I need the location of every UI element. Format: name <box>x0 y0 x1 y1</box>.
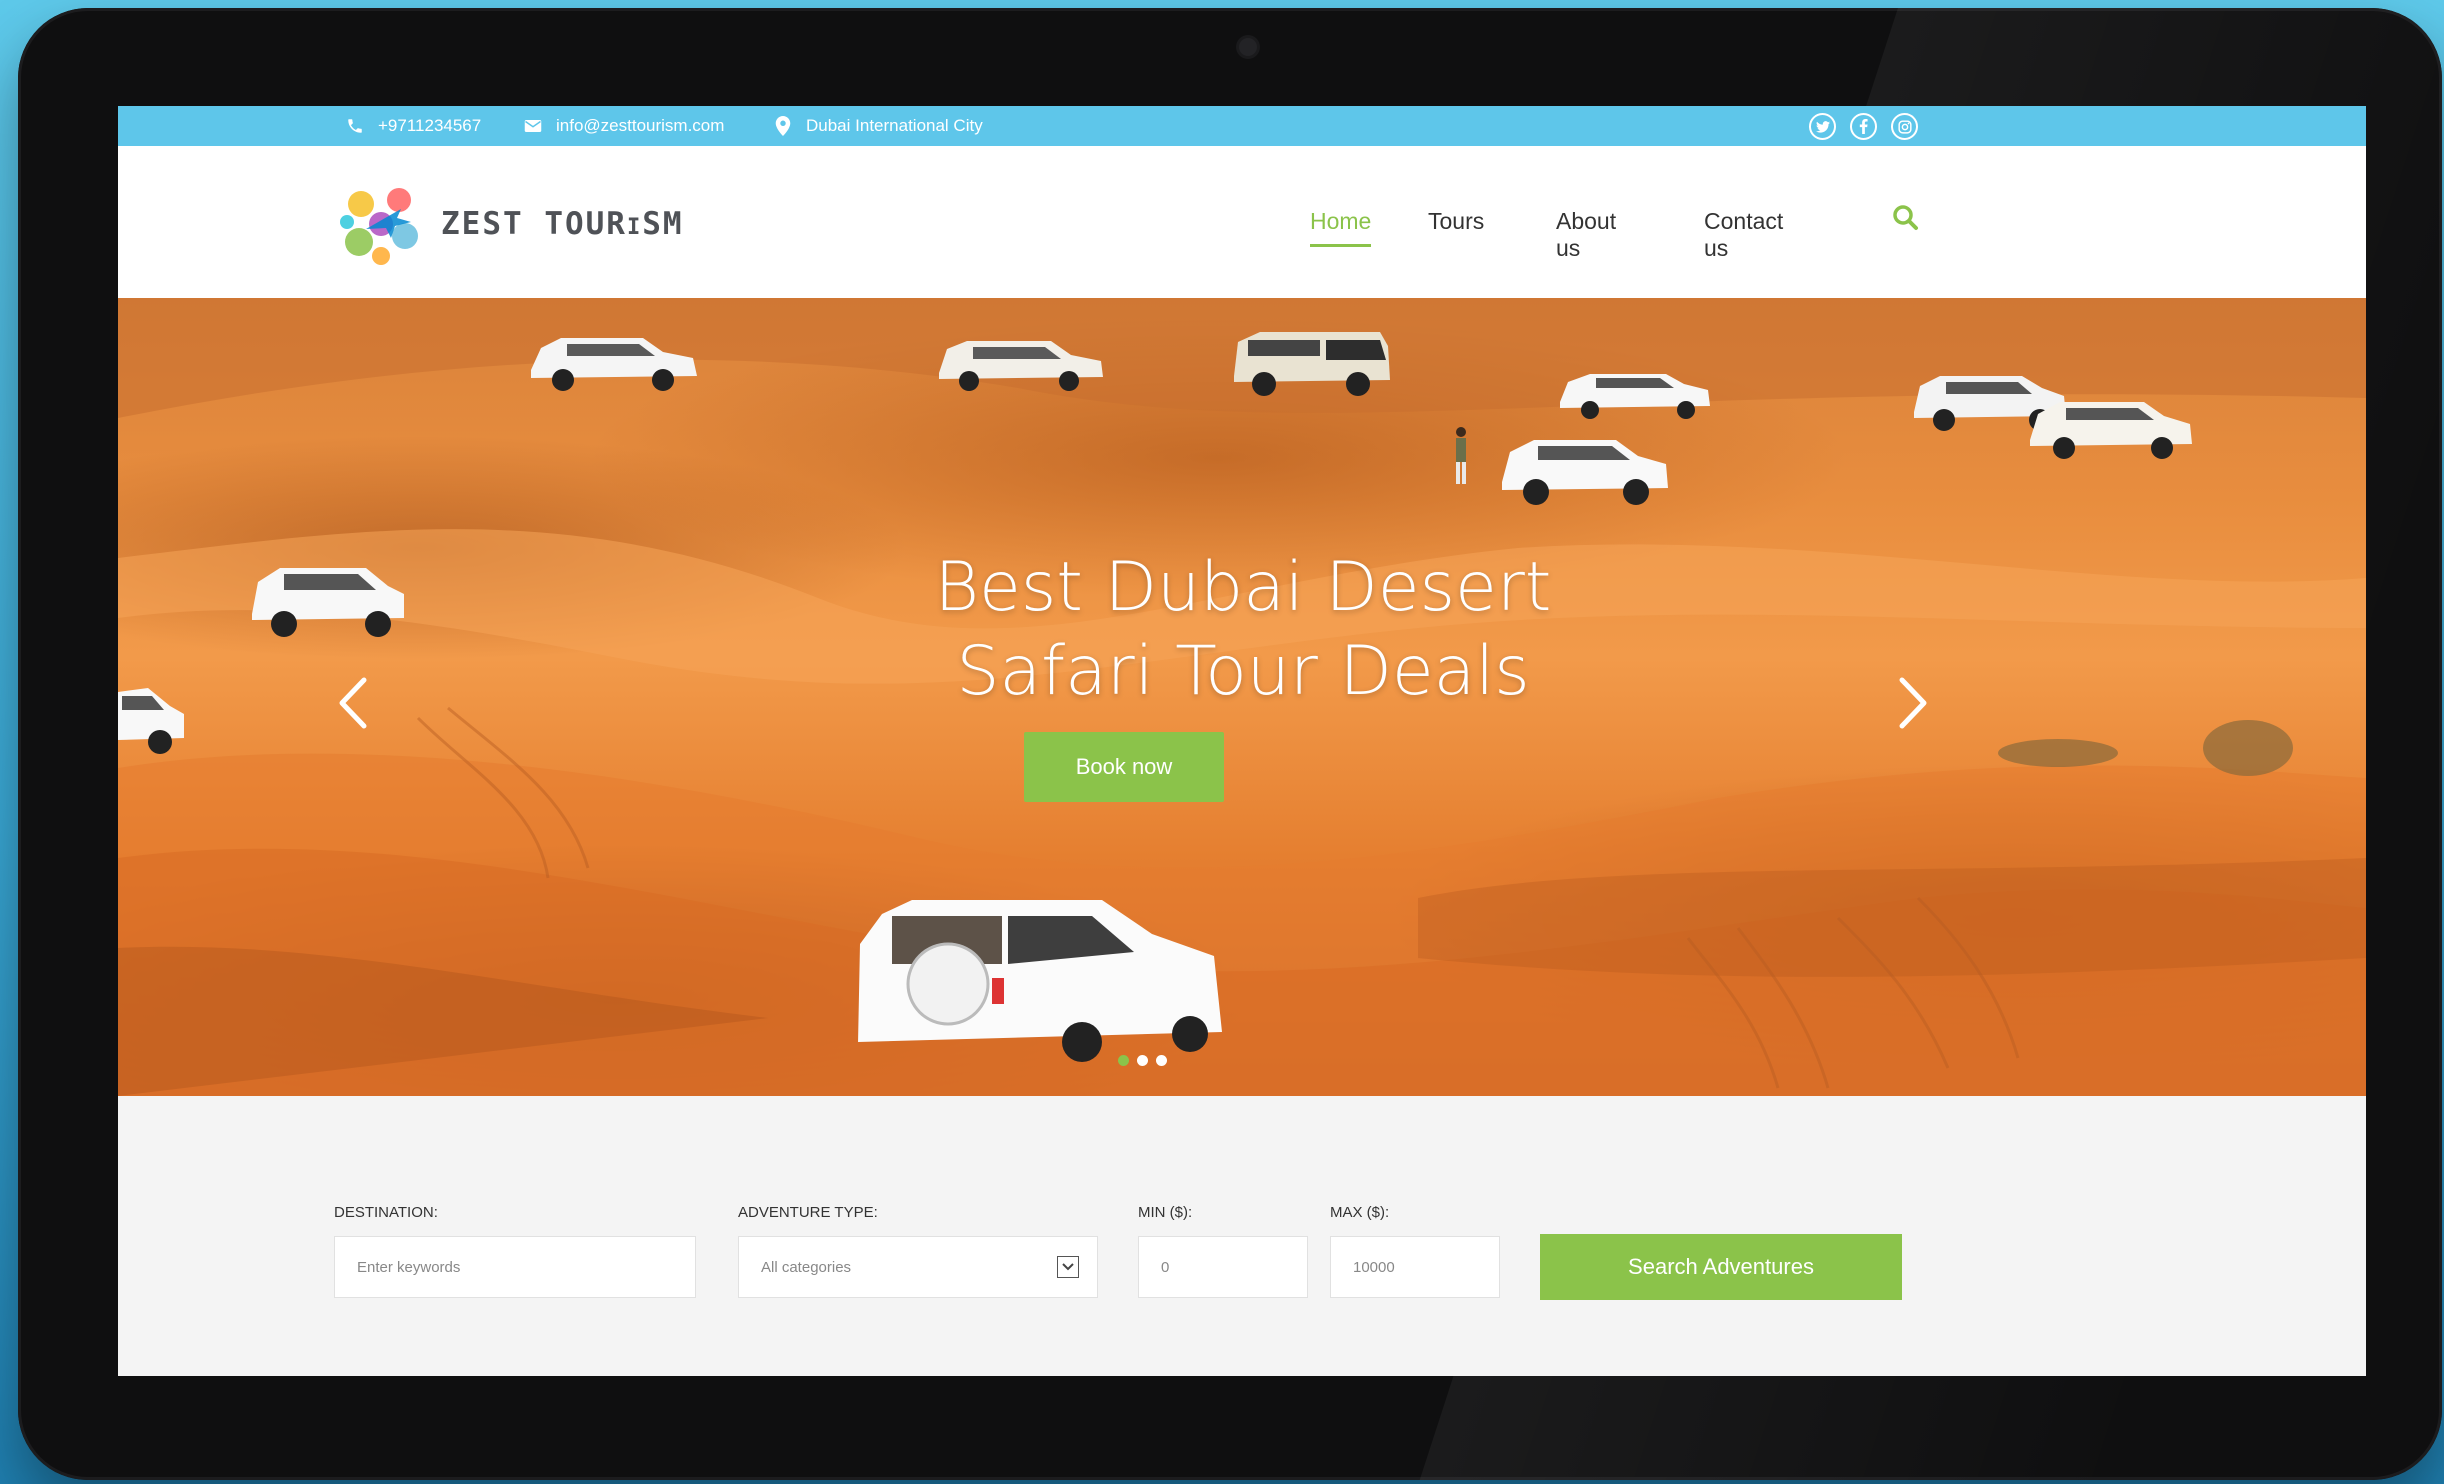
person-image <box>1456 427 1466 484</box>
site-logo[interactable]: ZEST TOURiSM <box>331 174 684 274</box>
nav-item-tours[interactable]: Tours <box>1428 208 1484 235</box>
website-screen: +9711234567 info@zesttourism.com Dubai I… <box>118 106 2366 1376</box>
tablet-device: +9711234567 info@zesttourism.com Dubai I… <box>18 8 2442 1480</box>
slider-dot-2[interactable] <box>1137 1055 1148 1066</box>
destination-label: DESTINATION: <box>334 1204 438 1221</box>
search-icon[interactable] <box>1888 200 1924 236</box>
suv-image <box>118 688 184 754</box>
nav-item-home[interactable]: Home <box>1310 208 1372 247</box>
suv-image <box>939 341 1103 391</box>
hero-title-line-1: Best Dubai Desert <box>934 548 1552 627</box>
twitter-icon[interactable] <box>1809 113 1836 140</box>
social-links <box>1809 113 1918 140</box>
logo-emblem-icon <box>337 180 425 268</box>
map-pin-icon <box>772 115 794 137</box>
max-price-input[interactable]: 10000 <box>1330 1236 1500 1298</box>
adventure-search-panel: DESTINATION: Enter keywords ADVENTURE TY… <box>118 1096 2366 1376</box>
site-header: ZEST TOURiSM Home Tours About us Contact… <box>118 146 2366 298</box>
max-price-value: 10000 <box>1353 1258 1395 1276</box>
suv-image <box>2030 402 2192 459</box>
hero-title: Best Dubai Desert Safari Tour Deals <box>718 546 1768 714</box>
camera-icon <box>1239 38 1257 56</box>
adventure-type-select[interactable]: All categories <box>738 1236 1098 1298</box>
adventure-type-value: All categories <box>761 1258 852 1276</box>
destination-input[interactable]: Enter keywords <box>334 1236 696 1298</box>
suv-image <box>252 568 404 637</box>
destination-placeholder: Enter keywords <box>357 1258 461 1276</box>
min-price-value: 0 <box>1161 1258 1170 1276</box>
book-now-button[interactable]: Book now <box>1024 732 1224 802</box>
phone-number: +9711234567 <box>378 116 482 135</box>
facebook-icon[interactable] <box>1850 113 1877 140</box>
hero-title-line-2: Safari Tour Deals <box>956 632 1530 711</box>
logo-text: ZEST TOURiSM <box>441 206 684 242</box>
slider-dot-3[interactable] <box>1156 1055 1167 1066</box>
envelope-icon <box>522 115 544 137</box>
suv-image <box>531 338 697 391</box>
email-address: info@zesttourism.com <box>556 116 725 135</box>
nav-item-contact-us[interactable]: Contact us <box>1704 208 1783 262</box>
chevron-down-icon <box>1057 1256 1079 1278</box>
slider-pagination <box>1118 1055 1167 1066</box>
phone-contact[interactable]: +9711234567 <box>344 106 481 146</box>
location-info: Dubai International City <box>772 106 983 146</box>
max-price-label: MAX ($): <box>1330 1204 1390 1221</box>
email-contact[interactable]: info@zesttourism.com <box>522 106 724 146</box>
suv-image <box>1560 374 1710 419</box>
suv-image <box>858 900 1222 1062</box>
min-price-input[interactable]: 0 <box>1138 1236 1308 1298</box>
slider-next-arrow-icon[interactable] <box>1888 668 1938 738</box>
suv-image <box>1502 440 1668 505</box>
top-info-bar: +9711234567 info@zesttourism.com Dubai I… <box>118 106 2366 146</box>
adventure-type-label: ADVENTURE TYPE: <box>738 1204 878 1221</box>
phone-icon <box>344 115 366 137</box>
location-text: Dubai International City <box>806 116 983 135</box>
min-price-label: MIN ($): <box>1138 1204 1193 1221</box>
search-adventures-button[interactable]: Search Adventures <box>1540 1234 1902 1300</box>
slider-dot-1[interactable] <box>1118 1055 1129 1066</box>
suv-image <box>1234 332 1390 396</box>
instagram-icon[interactable] <box>1891 113 1918 140</box>
hero-slider: Best Dubai Desert Safari Tour Deals Book… <box>118 298 2366 1096</box>
slider-prev-arrow-icon[interactable] <box>328 668 378 738</box>
nav-item-about-us[interactable]: About us <box>1556 208 1616 262</box>
